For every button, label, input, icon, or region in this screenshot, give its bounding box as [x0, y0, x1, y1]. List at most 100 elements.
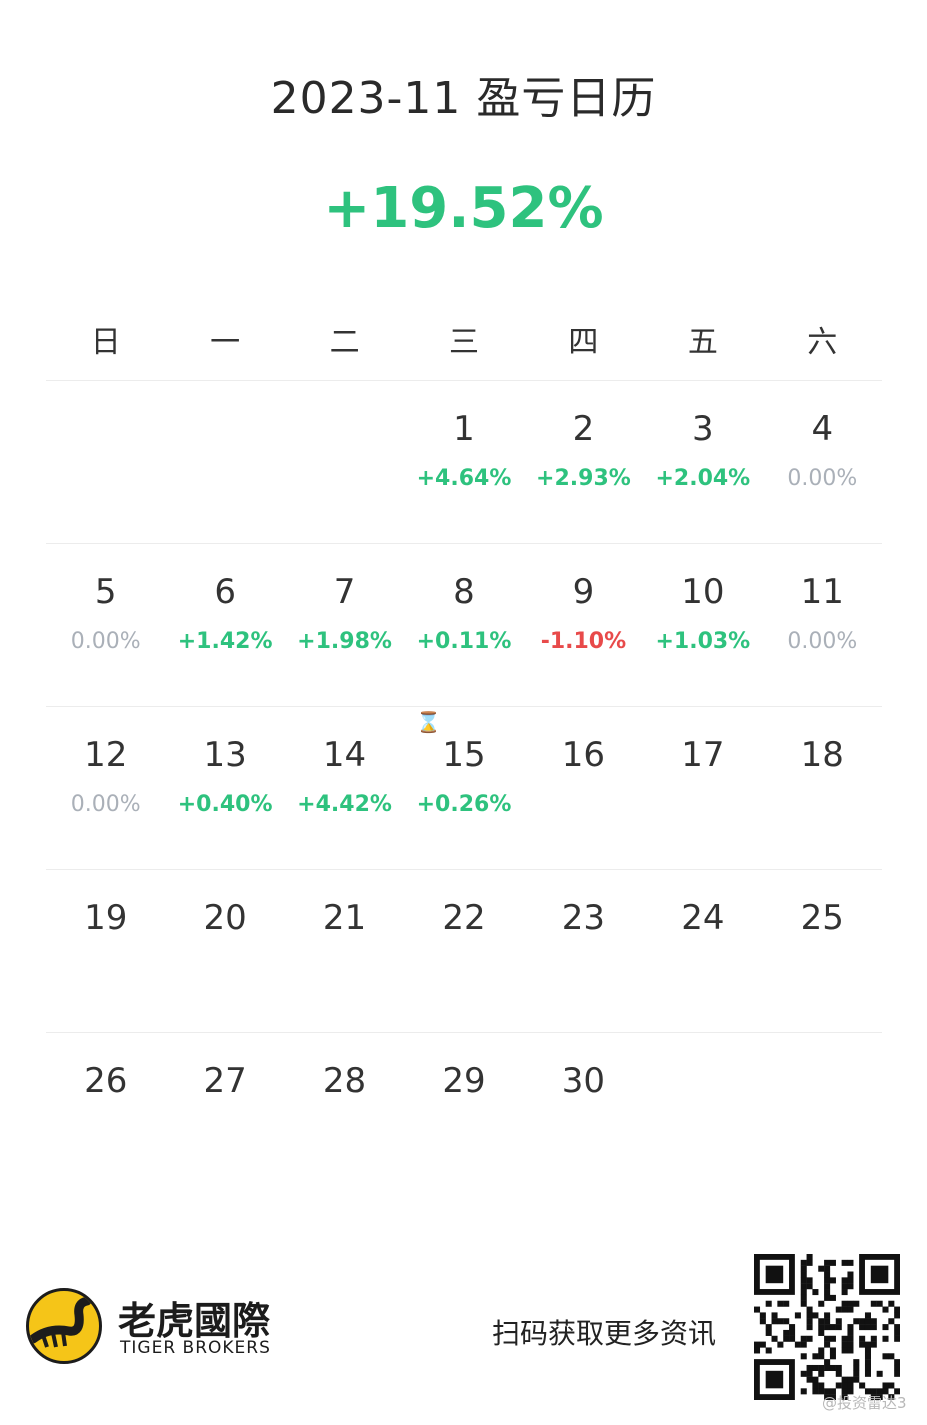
- calendar-day-cell[interactable]: 5 0.00%: [46, 544, 165, 706]
- calendar-day-cell[interactable]: 17: [643, 707, 762, 869]
- day-number: [643, 1059, 762, 1103]
- day-number: 13: [203, 735, 247, 775]
- day-return: [285, 465, 404, 493]
- calendar-day-cell: [643, 1033, 762, 1195]
- day-number: 18: [800, 735, 844, 775]
- calendar-day-cell[interactable]: 12 0.00%: [46, 707, 165, 869]
- calendar-day-cell[interactable]: 11 0.00%: [763, 544, 882, 706]
- day-return: [285, 1117, 404, 1145]
- calendar-day-cell[interactable]: 4 0.00%: [763, 381, 882, 543]
- calendar-week: 1 +4.64% 2 +2.93% 3 +2.04% 4 0.00%: [46, 381, 882, 544]
- day-return: [46, 954, 165, 982]
- day-return: +2.04%: [655, 466, 751, 491]
- calendar-day-cell[interactable]: 16: [524, 707, 643, 869]
- calendar-day-cell[interactable]: 18: [763, 707, 882, 869]
- day-return: 0.00%: [70, 792, 141, 817]
- day-number: 6: [214, 572, 236, 612]
- weekday-header: 日 一 二 三 四 五 六: [46, 320, 882, 381]
- day-number: 27: [203, 1061, 247, 1101]
- calendar-day-cell[interactable]: 25: [763, 870, 882, 1032]
- calendar-day-cell[interactable]: 1 +4.64%: [404, 381, 523, 543]
- day-return: [165, 1117, 284, 1145]
- day-return: [404, 954, 523, 982]
- calendar-day-cell: [165, 381, 284, 543]
- weekday-thu: 四: [568, 325, 599, 360]
- day-return: [165, 954, 284, 982]
- day-return: [643, 954, 762, 982]
- day-number: 28: [322, 1061, 367, 1101]
- calendar-day-cell[interactable]: 6 +1.42%: [165, 544, 284, 706]
- day-return: [763, 1117, 882, 1145]
- day-number: 9: [572, 572, 595, 612]
- day-return: -1.10%: [540, 629, 627, 654]
- day-number: [165, 407, 284, 451]
- calendar-day-cell[interactable]: 26: [46, 1033, 165, 1195]
- day-number: 4: [811, 409, 834, 449]
- day-return: +0.11%: [416, 629, 512, 654]
- calendar-week: 5 0.00% 6 +1.42% 7 +1.98% 8 +0.11% 9 -1.10% 10 +1.0…: [46, 544, 882, 707]
- calendar-day-cell[interactable]: 13 +0.40%: [165, 707, 284, 869]
- calendar-day-cell: [46, 381, 165, 543]
- day-number: 16: [561, 735, 606, 775]
- calendar-day-cell[interactable]: 19: [46, 870, 165, 1032]
- calendar-week: 26 27 28 29 30: [46, 1033, 882, 1195]
- day-number: [285, 407, 404, 451]
- calendar-day-cell[interactable]: 30: [524, 1033, 643, 1195]
- weekday-wed: 三: [448, 325, 479, 360]
- day-return: [763, 954, 882, 982]
- calendar-day-cell[interactable]: 2 +2.93%: [524, 381, 643, 543]
- day-return: +4.42%: [297, 792, 392, 817]
- day-number: 17: [681, 735, 725, 775]
- brand-name-en: TIGER BROKERS: [120, 1338, 271, 1358]
- day-number: 30: [561, 1061, 606, 1101]
- calendar-day-cell[interactable]: 20: [165, 870, 284, 1032]
- day-number: 21: [322, 898, 367, 938]
- day-return: +0.26%: [416, 792, 512, 817]
- page-title: 2023-11 盈亏日历: [270, 73, 657, 124]
- day-number: 5: [94, 572, 117, 612]
- scan-prompt: 扫码获取更多资讯: [492, 1317, 717, 1350]
- day-number: 22: [442, 898, 486, 938]
- day-return: [404, 1117, 523, 1145]
- calendar-day-cell[interactable]: 23: [524, 870, 643, 1032]
- day-return: +1.03%: [655, 629, 751, 654]
- calendar-day-cell: [763, 1033, 882, 1195]
- day-return: 0.00%: [787, 629, 858, 654]
- day-return: +4.64%: [416, 466, 512, 491]
- day-number: 11: [800, 572, 844, 612]
- calendar-day-cell[interactable]: 27: [165, 1033, 284, 1195]
- day-number: 1: [453, 409, 475, 449]
- calendar-day-cell[interactable]: 3 +2.04%: [643, 381, 762, 543]
- calendar-day-cell[interactable]: 21: [285, 870, 404, 1032]
- calendar-day-cell[interactable]: 24: [643, 870, 762, 1032]
- calendar-day-cell[interactable]: 7 +1.98%: [285, 544, 404, 706]
- hourglass-icon: ⌛: [416, 710, 441, 734]
- calendar-day-cell[interactable]: 9 -1.10%: [524, 544, 643, 706]
- brand-name-cn: 老虎國際: [118, 1299, 271, 1343]
- day-number: 12: [84, 735, 128, 775]
- day-return: [643, 791, 762, 819]
- day-number: 2: [572, 409, 595, 449]
- weekday-tue: 二: [329, 325, 360, 360]
- calendar-week: 12 0.00% 13 +0.40% 14 +4.42% 15 +0.26% 16 17 18: [46, 707, 882, 870]
- day-number: 3: [692, 409, 714, 449]
- calendar-week: 19 20 21 22 23 24 25: [46, 870, 882, 1033]
- calendar-day-cell: [285, 381, 404, 543]
- day-return: [643, 1117, 762, 1145]
- day-number: 10: [681, 572, 725, 612]
- day-return: 0.00%: [787, 466, 858, 491]
- calendar-grid: 1 +4.64% 2 +2.93% 3 +2.04% 4 0.00% 5 0.00% 6 +1.42%…: [46, 381, 882, 1195]
- calendar-day-cell[interactable]: 28: [285, 1033, 404, 1195]
- day-return: [763, 791, 882, 819]
- weekday-mon: 一: [210, 325, 241, 360]
- day-number: 29: [442, 1061, 486, 1101]
- calendar-day-cell[interactable]: 14 +4.42%: [285, 707, 404, 869]
- qr-code-icon[interactable]: [754, 1254, 900, 1400]
- calendar-day-cell[interactable]: 8 +0.11%: [404, 544, 523, 706]
- calendar-day-cell[interactable]: 22: [404, 870, 523, 1032]
- day-number: 26: [84, 1061, 128, 1101]
- calendar-day-cell[interactable]: 29: [404, 1033, 523, 1195]
- day-return: +1.98%: [297, 629, 392, 654]
- calendar-day-cell[interactable]: 10 +1.03%: [643, 544, 762, 706]
- day-number: [46, 407, 165, 451]
